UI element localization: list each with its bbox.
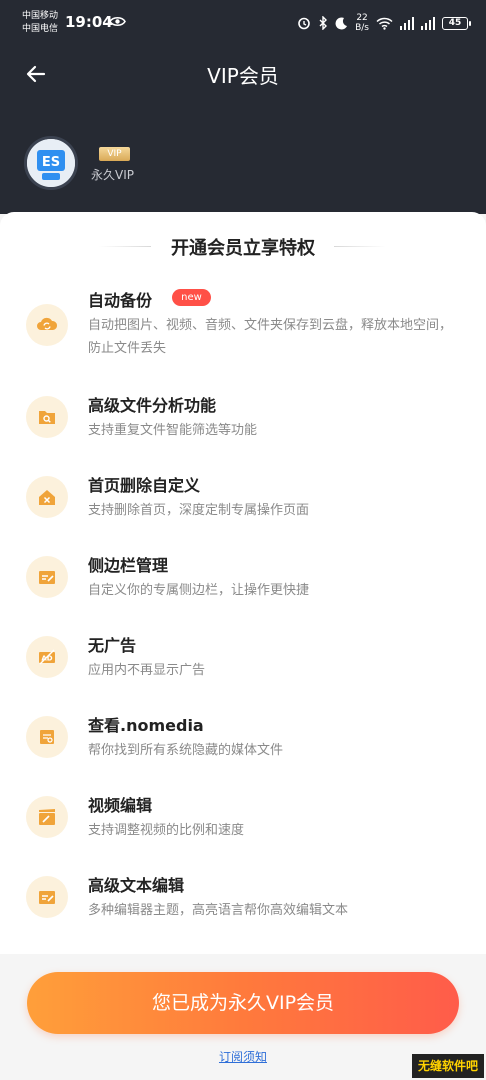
feature-title: 首页删除自定义 — [88, 476, 201, 495]
edit-list-icon — [26, 556, 68, 598]
svg-text:ES: ES — [42, 155, 60, 170]
feature-desc: 自定义你的专属侧边栏，让操作更快捷 — [88, 583, 310, 598]
membership-label: 永久VIP — [91, 168, 134, 182]
status-time: 19:04 — [65, 13, 113, 31]
battery-icon: 45 — [442, 16, 471, 30]
hidden-file-icon — [26, 716, 68, 758]
avatar[interactable]: ES — [24, 136, 78, 190]
wifi-icon — [376, 17, 393, 30]
footer: 您已成为永久VIP会员 订阅须知 无缝软件吧 — [0, 956, 486, 1080]
feature-title: 无广告 — [88, 636, 137, 655]
carrier-info: 中国移动 中国电信 — [22, 10, 58, 36]
eye-icon — [109, 16, 126, 27]
status-icons: 22 B/s 45 — [297, 10, 471, 36]
feature-title: 高级文件分析功能 — [88, 396, 217, 415]
file-search-icon — [26, 396, 68, 438]
feature-title: 高级文本编辑 — [88, 876, 185, 895]
feature-desc: 自动把图片、视频、音频、文件夹保存到云盘，释放本地空间，防止文件丢失 — [88, 318, 453, 356]
privileges-card: 开通会员立享特权 自动备份 new 自动把图片、视频、音频、文件夹保存到云盘，释… — [0, 212, 486, 954]
vip-status-button[interactable]: 您已成为永久VIP会员 — [27, 972, 459, 1034]
moon-icon — [335, 16, 348, 29]
vip-badge: VIP — [99, 147, 130, 161]
feature-title: 侧边栏管理 — [88, 556, 169, 575]
feature-desc: 支持调整视频的比例和速度 — [88, 823, 245, 838]
feature-desc: 帮你找到所有系统隐藏的媒体文件 — [88, 743, 284, 758]
status-bar: 中国移动 中国电信 19:04 22 B/s 45 — [0, 0, 486, 44]
new-badge: new — [172, 289, 211, 306]
divider-right — [334, 246, 386, 247]
network-speed: 22 B/s — [355, 13, 369, 33]
feature-title: 自动备份 — [88, 291, 153, 310]
feature-desc: 支持重复文件智能筛选等功能 — [88, 423, 258, 438]
header: 中国移动 中国电信 19:04 22 B/s 45 VIP会员 ES VIP 永… — [0, 0, 486, 214]
text-edit-icon — [26, 876, 68, 918]
speed-value: 22 — [356, 13, 368, 23]
watermark-logo: 无缝软件吧 — [412, 1054, 484, 1078]
app-logo-icon: ES — [27, 139, 75, 187]
home-delete-icon — [26, 476, 68, 518]
feature-desc: 支持删除首页，深度定制专属操作页面 — [88, 503, 310, 518]
signal-icon — [400, 16, 414, 30]
no-ad-icon: AD — [26, 636, 68, 678]
page-title: VIP会员 — [207, 64, 279, 88]
bluetooth-icon — [319, 16, 328, 30]
cloud-sync-icon — [26, 304, 68, 346]
video-edit-icon — [26, 796, 68, 838]
feature-desc: 应用内不再显示广告 — [88, 663, 206, 678]
carrier-1: 中国移动 — [22, 11, 59, 21]
feature-title: 查看.nomedia — [88, 716, 204, 735]
alarm-icon — [298, 17, 310, 30]
signal-icon-2 — [421, 16, 435, 30]
feature-desc: 多种编辑器主题，高亮语言帮你高效编辑文本 — [88, 903, 349, 918]
carrier-2: 中国电信 — [22, 24, 59, 34]
feature-title: 视频编辑 — [88, 796, 153, 815]
speed-unit: B/s — [355, 23, 369, 33]
section-title: 开通会员立享特权 — [171, 238, 315, 259]
